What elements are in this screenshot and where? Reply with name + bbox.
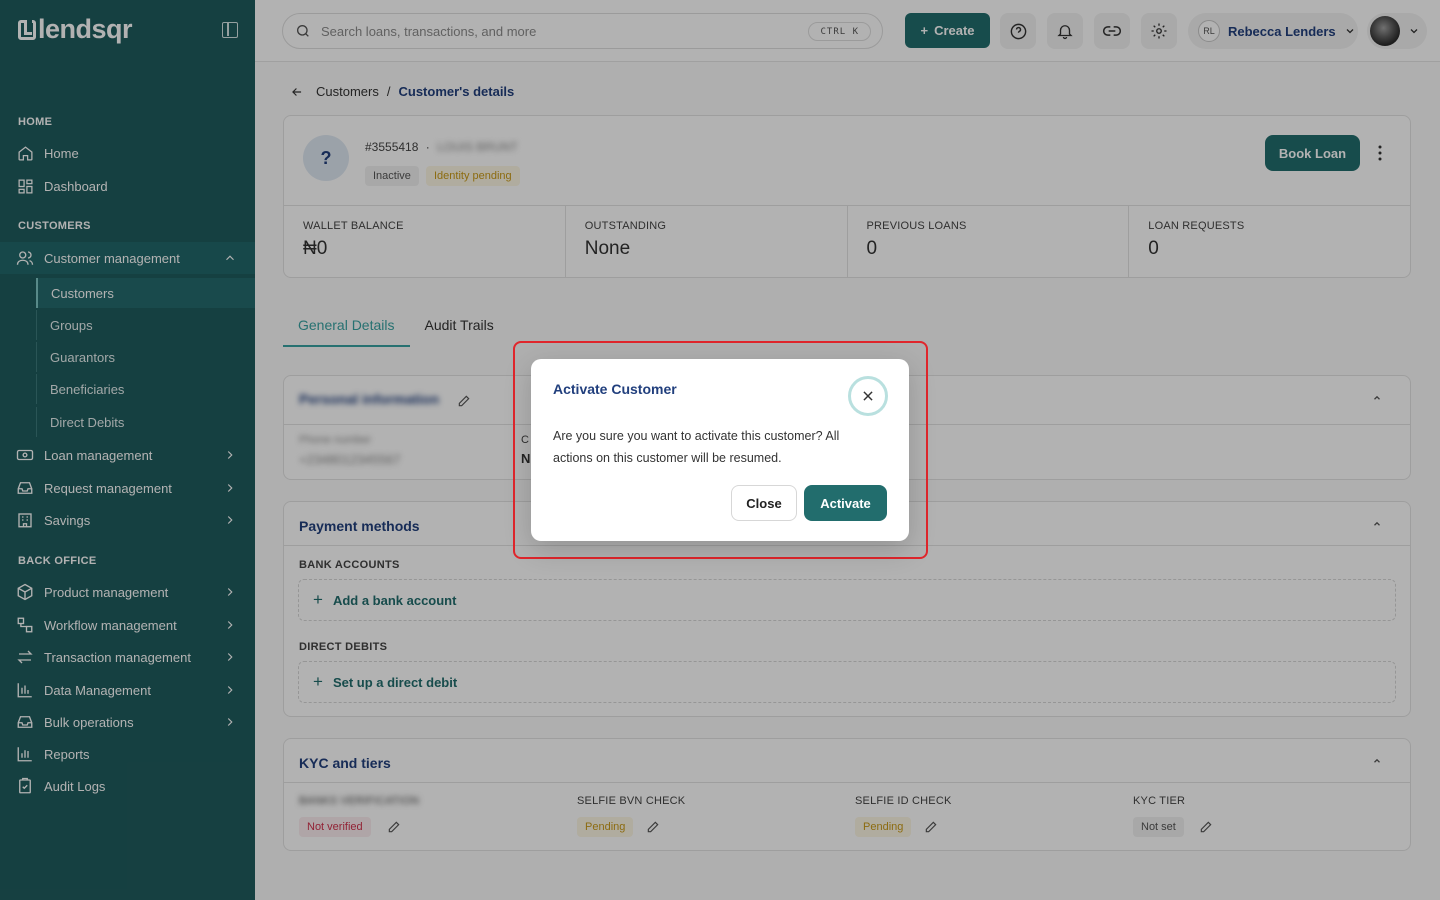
close-button[interactable]: Close [731, 485, 797, 521]
dialog-message: Are you sure you want to activate this c… [553, 429, 840, 465]
dialog-title: Activate Customer [553, 381, 677, 397]
activate-customer-dialog: Activate Customer Are you sure you want … [531, 359, 909, 541]
activate-button[interactable]: Activate [804, 485, 887, 521]
dialog-close-button[interactable] [848, 376, 888, 416]
close-icon [863, 391, 873, 401]
